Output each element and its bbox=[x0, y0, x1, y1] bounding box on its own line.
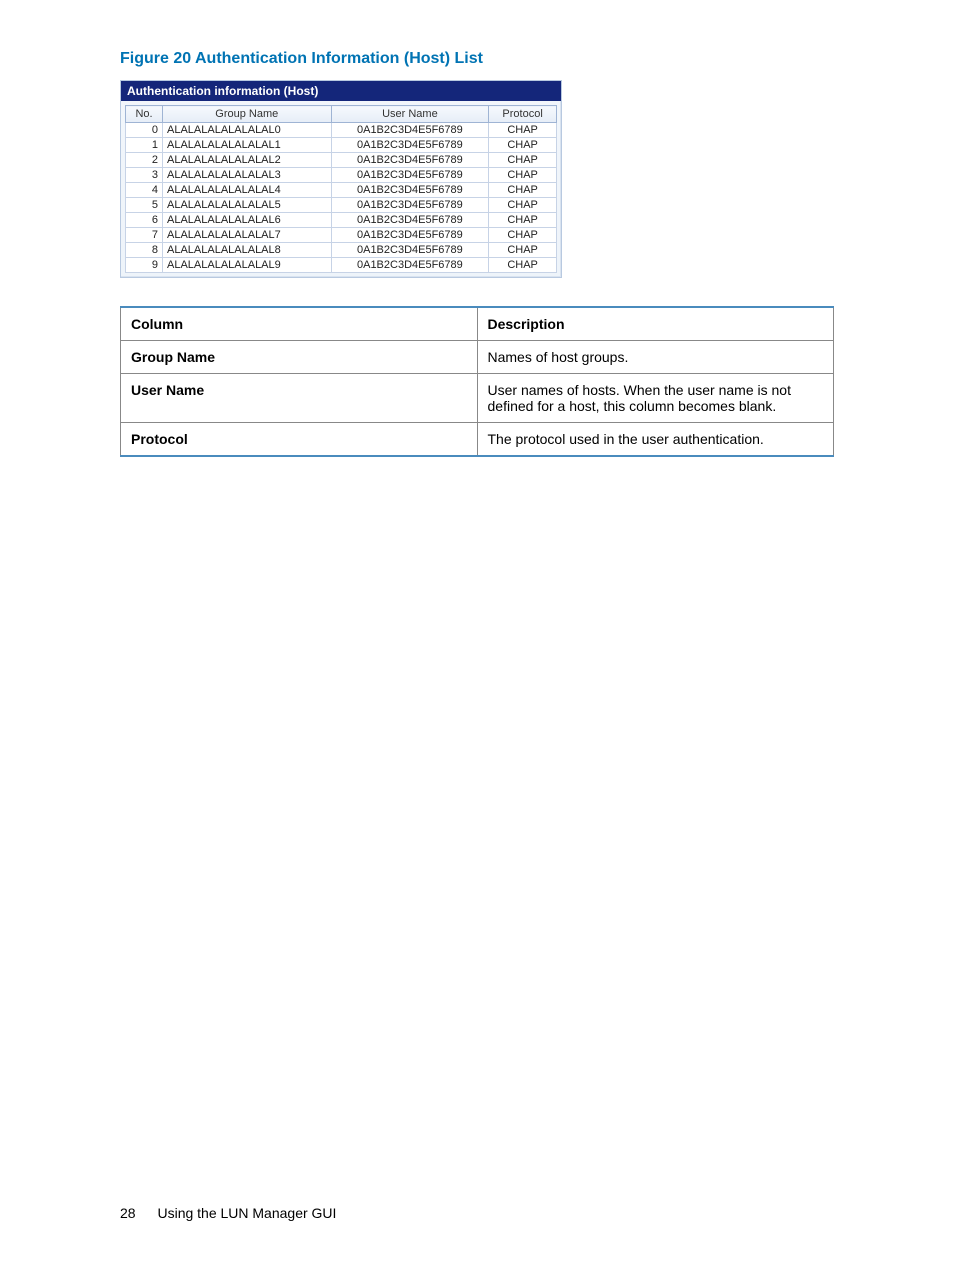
cell-user: 0A1B2C3D4E5F6789 bbox=[331, 183, 489, 198]
cell-group: ALALALALALALALAL4 bbox=[163, 183, 332, 198]
auth-table-header-row: No. Group Name User Name Protocol bbox=[126, 106, 557, 123]
cell-group: ALALALALALALALAL1 bbox=[163, 138, 332, 153]
cell-no: 5 bbox=[126, 198, 163, 213]
cell-no: 9 bbox=[126, 258, 163, 273]
cell-no: 2 bbox=[126, 153, 163, 168]
auth-panel-title: Authentication information (Host) bbox=[121, 81, 561, 101]
desc-col-text: User names of hosts. When the user name … bbox=[477, 374, 834, 423]
cell-group: ALALALALALALALAL5 bbox=[163, 198, 332, 213]
cell-group: ALALALALALALALAL0 bbox=[163, 123, 332, 138]
desc-header-row: Column Description bbox=[121, 307, 834, 341]
table-row: ProtocolThe protocol used in the user au… bbox=[121, 423, 834, 457]
table-row[interactable]: 2ALALALALALALALAL20A1B2C3D4E5F6789CHAP bbox=[126, 153, 557, 168]
cell-protocol: CHAP bbox=[489, 123, 557, 138]
description-table: Column Description Group NameNames of ho… bbox=[120, 306, 834, 457]
cell-protocol: CHAP bbox=[489, 138, 557, 153]
cell-group: ALALALALALALALAL9 bbox=[163, 258, 332, 273]
cell-user: 0A1B2C3D4E5F6789 bbox=[331, 213, 489, 228]
auth-col-user[interactable]: User Name bbox=[331, 106, 489, 123]
desc-header-column: Column bbox=[121, 307, 478, 341]
cell-user: 0A1B2C3D4E5F6789 bbox=[331, 243, 489, 258]
footer-section: Using the LUN Manager GUI bbox=[157, 1205, 336, 1221]
page-footer: 28 Using the LUN Manager GUI bbox=[120, 1205, 336, 1221]
desc-col-name: Group Name bbox=[121, 341, 478, 374]
cell-user: 0A1B2C3D4E5F6789 bbox=[331, 153, 489, 168]
table-row[interactable]: 6ALALALALALALALAL60A1B2C3D4E5F6789CHAP bbox=[126, 213, 557, 228]
cell-no: 7 bbox=[126, 228, 163, 243]
cell-user: 0A1B2C3D4E5F6789 bbox=[331, 168, 489, 183]
desc-col-text: Names of host groups. bbox=[477, 341, 834, 374]
cell-no: 3 bbox=[126, 168, 163, 183]
table-row[interactable]: 9ALALALALALALALAL90A1B2C3D4E5F6789CHAP bbox=[126, 258, 557, 273]
cell-group: ALALALALALALALAL6 bbox=[163, 213, 332, 228]
cell-no: 0 bbox=[126, 123, 163, 138]
table-row[interactable]: 1ALALALALALALALAL10A1B2C3D4E5F6789CHAP bbox=[126, 138, 557, 153]
table-row[interactable]: 5ALALALALALALALAL50A1B2C3D4E5F6789CHAP bbox=[126, 198, 557, 213]
auth-col-protocol[interactable]: Protocol bbox=[489, 106, 557, 123]
cell-user: 0A1B2C3D4E5F6789 bbox=[331, 198, 489, 213]
table-row[interactable]: 8ALALALALALALALAL80A1B2C3D4E5F6789CHAP bbox=[126, 243, 557, 258]
cell-protocol: CHAP bbox=[489, 198, 557, 213]
cell-protocol: CHAP bbox=[489, 183, 557, 198]
desc-col-name: User Name bbox=[121, 374, 478, 423]
cell-no: 8 bbox=[126, 243, 163, 258]
cell-no: 1 bbox=[126, 138, 163, 153]
cell-user: 0A1B2C3D4E5F6789 bbox=[331, 123, 489, 138]
auth-col-group[interactable]: Group Name bbox=[163, 106, 332, 123]
cell-protocol: CHAP bbox=[489, 243, 557, 258]
desc-col-text: The protocol used in the user authentica… bbox=[477, 423, 834, 457]
table-row[interactable]: 3ALALALALALALALAL30A1B2C3D4E5F6789CHAP bbox=[126, 168, 557, 183]
cell-protocol: CHAP bbox=[489, 168, 557, 183]
cell-group: ALALALALALALALAL3 bbox=[163, 168, 332, 183]
table-row[interactable]: 0ALALALALALALALAL00A1B2C3D4E5F6789CHAP bbox=[126, 123, 557, 138]
cell-group: ALALALALALALALAL8 bbox=[163, 243, 332, 258]
cell-protocol: CHAP bbox=[489, 258, 557, 273]
cell-no: 6 bbox=[126, 213, 163, 228]
cell-protocol: CHAP bbox=[489, 213, 557, 228]
cell-group: ALALALALALALALAL7 bbox=[163, 228, 332, 243]
table-row[interactable]: 4ALALALALALALALAL40A1B2C3D4E5F6789CHAP bbox=[126, 183, 557, 198]
auth-panel-body: No. Group Name User Name Protocol 0ALALA… bbox=[121, 101, 561, 277]
figure-caption: Figure 20 Authentication Information (Ho… bbox=[120, 50, 834, 68]
table-row: Group NameNames of host groups. bbox=[121, 341, 834, 374]
table-row[interactable]: 7ALALALALALALALAL70A1B2C3D4E5F6789CHAP bbox=[126, 228, 557, 243]
auth-col-no[interactable]: No. bbox=[126, 106, 163, 123]
cell-user: 0A1B2C3D4E5F6789 bbox=[331, 258, 489, 273]
auth-table: No. Group Name User Name Protocol 0ALALA… bbox=[125, 105, 557, 273]
desc-col-name: Protocol bbox=[121, 423, 478, 457]
desc-header-description: Description bbox=[477, 307, 834, 341]
cell-user: 0A1B2C3D4E5F6789 bbox=[331, 228, 489, 243]
cell-group: ALALALALALALALAL2 bbox=[163, 153, 332, 168]
cell-protocol: CHAP bbox=[489, 153, 557, 168]
cell-user: 0A1B2C3D4E5F6789 bbox=[331, 138, 489, 153]
cell-no: 4 bbox=[126, 183, 163, 198]
table-row: User NameUser names of hosts. When the u… bbox=[121, 374, 834, 423]
cell-protocol: CHAP bbox=[489, 228, 557, 243]
page-number: 28 bbox=[120, 1205, 136, 1221]
auth-info-panel: Authentication information (Host) No. Gr… bbox=[120, 80, 562, 278]
